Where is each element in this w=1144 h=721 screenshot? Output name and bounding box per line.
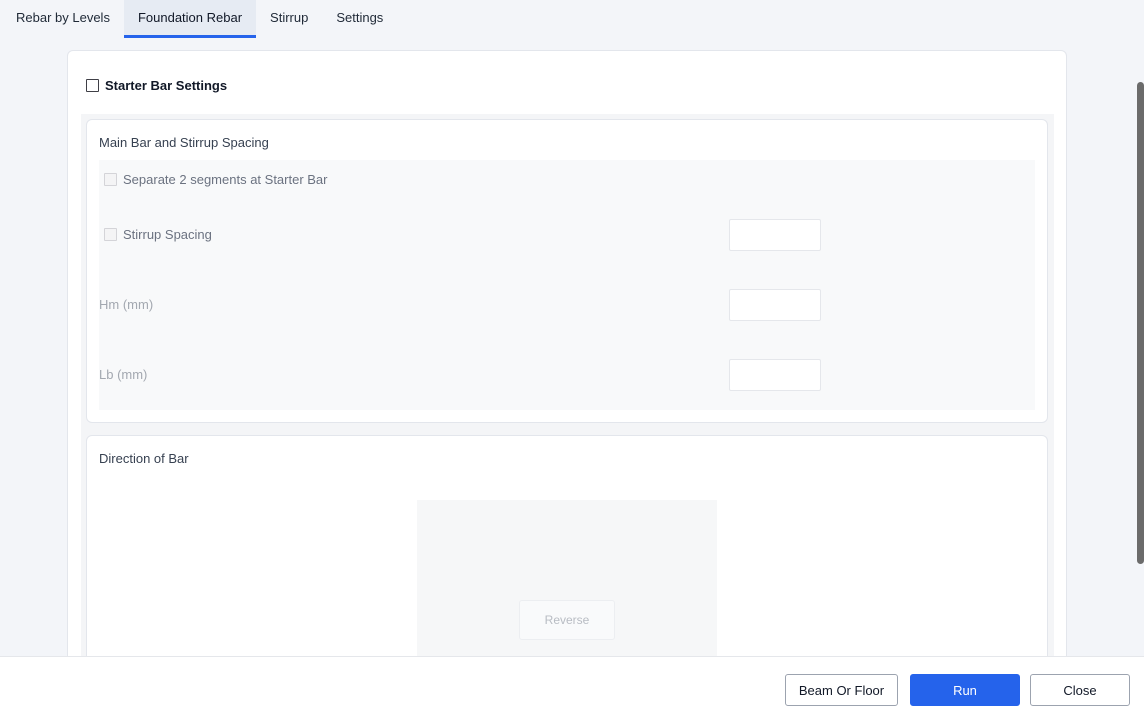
run-button[interactable]: Run xyxy=(910,674,1020,706)
tab-settings[interactable]: Settings xyxy=(322,0,397,38)
checkbox-icon[interactable] xyxy=(104,173,117,186)
stirrup-spacing-label: Stirrup Spacing xyxy=(123,227,212,242)
main-bar-fields-area: Separate 2 segments at Starter Bar Stirr… xyxy=(99,160,1035,410)
beam-or-floor-button[interactable]: Beam Or Floor xyxy=(785,674,898,706)
starter-bar-settings-label: Starter Bar Settings xyxy=(105,78,228,93)
stirrup-spacing-input[interactable] xyxy=(729,219,821,251)
group-title-main-bar: Main Bar and Stirrup Spacing xyxy=(99,135,269,150)
checkbox-icon[interactable] xyxy=(86,79,99,92)
separate-segments-checkbox[interactable]: Separate 2 segments at Starter Bar xyxy=(99,172,328,187)
footer-bar: Beam Or Floor Run Close xyxy=(0,656,1144,721)
starter-bar-settings-checkbox[interactable]: Starter Bar Settings xyxy=(86,78,227,93)
hm-label: Hm (mm) xyxy=(99,297,154,312)
lb-input[interactable] xyxy=(729,359,821,391)
checkbox-icon[interactable] xyxy=(104,228,117,241)
reverse-button[interactable]: Reverse xyxy=(519,600,615,640)
close-button[interactable]: Close xyxy=(1030,674,1130,706)
vertical-scrollbar[interactable] xyxy=(1137,82,1144,564)
separate-segments-label: Separate 2 segments at Starter Bar xyxy=(123,172,328,187)
group-title-direction: Direction of Bar xyxy=(99,451,189,466)
content-area: Starter Bar Settings Main Bar and Stirru… xyxy=(0,38,1144,656)
hm-input[interactable] xyxy=(729,289,821,321)
main-bar-stirrup-group: Main Bar and Stirrup Spacing Separate 2 … xyxy=(86,119,1048,423)
tab-foundation-rebar[interactable]: Foundation Rebar xyxy=(123,0,257,38)
lb-label: Lb (mm) xyxy=(99,367,148,382)
tab-bar: Rebar by Levels Foundation Rebar Stirrup… xyxy=(0,0,1144,38)
tab-rebar-by-levels[interactable]: Rebar by Levels xyxy=(2,0,124,38)
direction-preview: Reverse xyxy=(417,500,717,656)
tab-stirrup[interactable]: Stirrup xyxy=(256,0,322,38)
stirrup-spacing-checkbox[interactable]: Stirrup Spacing xyxy=(99,227,212,242)
direction-of-bar-group: Direction of Bar Reverse xyxy=(86,435,1048,656)
foundation-card: Starter Bar Settings Main Bar and Stirru… xyxy=(67,50,1067,656)
